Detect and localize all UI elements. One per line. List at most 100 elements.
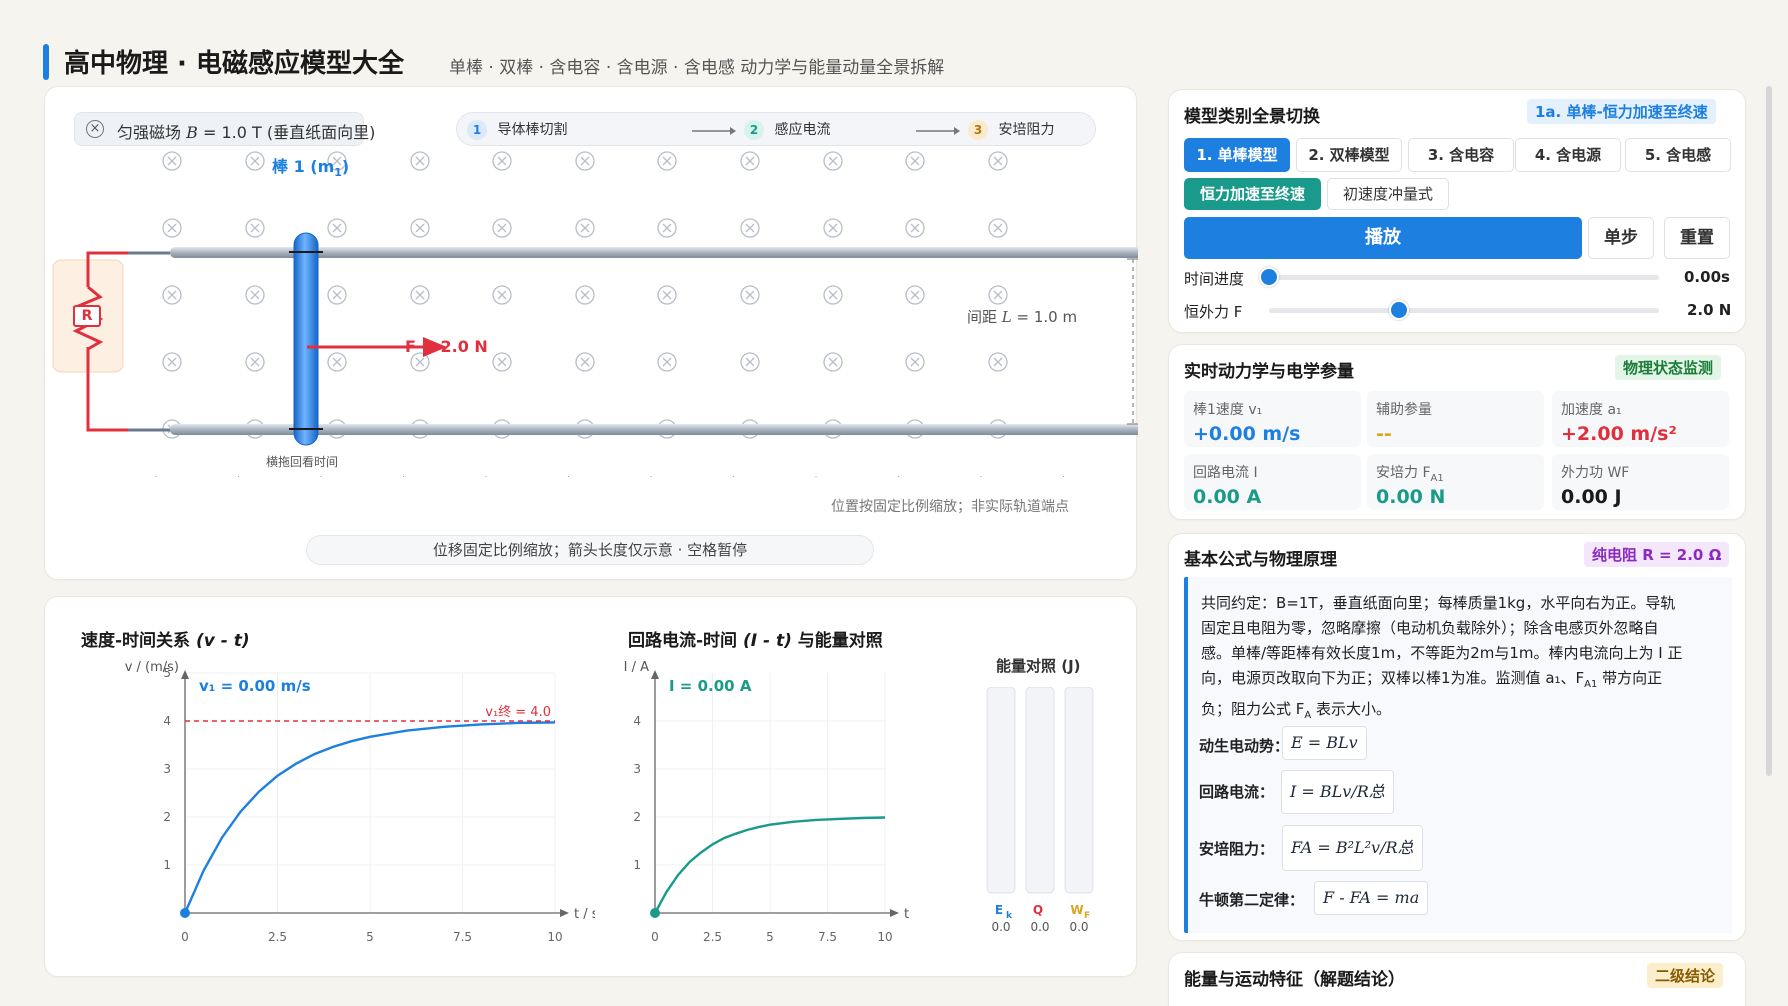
bottom-hint: 位移固定比例缩放；箭头长度仅示意 · 空格暂停	[306, 535, 874, 565]
field-cross-mark	[250, 290, 260, 300]
subtab-initial-velocity[interactable]: 初速度冲量式	[1327, 178, 1449, 210]
tab-double-rod[interactable]: 2. 双棒模型	[1296, 138, 1402, 172]
energy-bar-chart: Ek0.0Q0.0W F0.0	[986, 687, 1094, 934]
energy-chart-title: 能量对照 (J)	[996, 657, 1081, 675]
flow-step-1: 1 导体棒切割	[467, 119, 567, 140]
force-slider-label: 恒外力 F	[1184, 303, 1243, 321]
readout-label: v₁ = 0.00 m/s	[199, 677, 311, 695]
time-slider-knob[interactable]	[1259, 267, 1279, 287]
ampere-force-formula: FA = B²L²v/R总	[1282, 825, 1423, 871]
current-point-marker	[180, 908, 190, 918]
field-cross-icon: ×	[86, 120, 104, 138]
y-axis-label: I / A	[624, 660, 649, 675]
tab-single-rod[interactable]: 1. 单棒模型	[1184, 138, 1290, 172]
field-cross-mark	[662, 223, 672, 233]
page-title: 高中物理 · 电磁感应模型大全	[64, 49, 404, 79]
field-cross-mark	[993, 290, 1003, 300]
field-cross-mark	[580, 290, 590, 300]
field-cross-mark	[745, 156, 755, 166]
model-switch-panel: 模型类别全景切换 1a. 单棒-恒力加速至终速 1. 单棒模型 2. 双棒模型 …	[1168, 89, 1746, 333]
readout-label: I = 0.00 A	[669, 677, 752, 695]
field-cross-mark	[745, 357, 755, 367]
y-tick-label: 2	[633, 810, 641, 824]
tab-inductor[interactable]: 5. 含电感	[1625, 138, 1731, 172]
field-cross-mark	[415, 290, 425, 300]
field-cross-mark	[828, 223, 838, 233]
x-tick-label: 7.5	[818, 930, 837, 944]
field-cross-mark	[910, 357, 920, 367]
energy-conclusion-panel: 能量与运动特征（解题结论） 二级结论	[1168, 952, 1746, 1006]
field-cross-mark	[332, 290, 342, 300]
time-slider-track[interactable]	[1269, 275, 1659, 280]
field-cross-mark	[662, 156, 672, 166]
scale-ruler	[155, 476, 1064, 477]
drag-hint[interactable]: 横拖回看时间	[266, 453, 338, 470]
energy-bar-track	[1025, 687, 1055, 894]
newton-label: 牛顿第二定律：	[1199, 891, 1305, 909]
step-button[interactable]: 单步	[1588, 217, 1654, 259]
emf-formula: E = BLv	[1282, 726, 1367, 760]
current-point-marker	[650, 908, 660, 918]
play-button[interactable]: 播放	[1184, 217, 1582, 259]
field-cross-mark	[910, 223, 920, 233]
y-tick-label: 1	[633, 858, 641, 872]
energy-category-label: W	[1070, 903, 1083, 917]
field-cross-mark	[250, 156, 260, 166]
energy-bar-track	[986, 687, 1016, 894]
tab-capacitor[interactable]: 3. 含电容	[1408, 138, 1514, 172]
field-value: = 1.0 T (垂直纸面向里)	[202, 123, 376, 142]
it-chart-title: 回路电流-时间 (I - t) 与能量对照	[628, 631, 883, 651]
force-slider-knob[interactable]	[1388, 300, 1409, 320]
field-cross-mark	[662, 357, 672, 367]
field-label: 匀强磁场	[117, 123, 182, 142]
field-cross-mark	[910, 290, 920, 300]
y-axis-arrow	[651, 670, 659, 679]
param-ampere-force: 安培力 FA1 0.00 N	[1367, 454, 1544, 510]
reset-button[interactable]: 重置	[1664, 217, 1730, 259]
field-cross-mark	[993, 357, 1003, 367]
param-external-work: 外力功 WF 0.00 J	[1552, 454, 1729, 510]
field-cross-mark	[250, 223, 260, 233]
field-cross-mark	[497, 290, 507, 300]
flow-arrow-icon	[692, 127, 736, 135]
field-cross-mark	[332, 223, 342, 233]
x-tick-label: 2.5	[703, 930, 722, 944]
energy-value-label: 0.0	[1030, 920, 1049, 934]
y-tick-label: 3	[633, 762, 641, 776]
model-switch-heading: 模型类别全景切换	[1184, 107, 1320, 127]
scrollbar[interactable]	[1766, 86, 1772, 776]
newton-formula: F - FA = ma	[1314, 881, 1429, 915]
subtab-constant-force[interactable]: 恒力加速至终速	[1184, 178, 1321, 210]
field-cross-mark	[580, 357, 590, 367]
x-axis-label: t / s	[904, 907, 911, 922]
field-cross-mark	[580, 223, 590, 233]
tab-power-source[interactable]: 4. 含电源	[1515, 138, 1621, 172]
magnetic-field-pill: × 匀强磁场 B = 1.0 T (垂直纸面向里)	[74, 112, 375, 146]
force-slider-track[interactable]	[1269, 308, 1659, 313]
field-cross-mark	[828, 156, 838, 166]
vt-chart-title: 速度-时间关系 (v - t)	[81, 631, 250, 651]
energy-category-label: E	[995, 903, 1003, 917]
field-cross-mark	[250, 357, 260, 367]
x-tick-label: 0	[181, 930, 189, 944]
current-model-badge: 1a. 单棒-恒力加速至终速	[1527, 99, 1716, 124]
page-subtitle: 单棒 · 双棒 · 含电容 · 含电源 · 含电感 动力学与能量动量全景拆解	[449, 58, 945, 78]
rod-label: 棒 1 (m1)	[272, 157, 350, 180]
param-acceleration: 加速度 a₁ +2.00 m/s²	[1552, 391, 1729, 447]
formulas-heading: 基本公式与物理原理	[1184, 550, 1337, 570]
energy-value-label: 0.0	[1069, 920, 1088, 934]
x-tick-label: 7.5	[453, 930, 472, 944]
force-label: F = 2.0 N	[405, 337, 488, 356]
ampere-force-label: 安培阻力：	[1199, 840, 1275, 858]
y-axis-arrow	[181, 670, 189, 679]
field-marks-group	[162, 151, 1008, 439]
spacing-label: 间距 L = 1.0 m	[967, 308, 1078, 326]
x-tick-label: 10	[877, 930, 892, 944]
x-tick-label: 5	[366, 930, 374, 944]
x-axis-arrow	[560, 909, 569, 917]
force-value: 2.0 N	[1687, 301, 1732, 319]
field-cross-mark	[415, 156, 425, 166]
x-tick-label: 0	[651, 930, 659, 944]
field-cross-mark	[993, 223, 1003, 233]
x-tick-label: 10	[547, 930, 562, 944]
